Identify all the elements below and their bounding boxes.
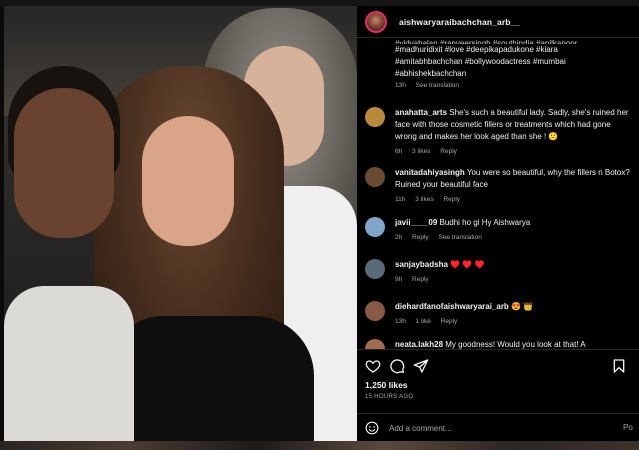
comment-likes[interactable]: 3 likes <box>415 196 433 203</box>
comment-icon[interactable] <box>389 358 405 374</box>
post-header: aishwaryaraibachchan_arb__ <box>357 6 639 38</box>
post-actions-bar <box>357 349 639 379</box>
reply-button[interactable]: Reply <box>412 276 429 283</box>
comment-likes[interactable]: 1 like <box>416 318 431 325</box>
author-avatar[interactable] <box>365 10 387 33</box>
reply-button[interactable]: Reply <box>441 318 458 325</box>
commenter-avatar[interactable] <box>365 339 385 349</box>
comment-input[interactable] <box>389 420 589 436</box>
add-comment-bar: Po <box>357 413 639 441</box>
caption: #vidyabalan #ranveersingh #southindia #a… <box>395 39 633 92</box>
post-photo[interactable] <box>4 6 357 441</box>
commenter-avatar[interactable] <box>365 107 385 127</box>
comment-text: 😍 👑 <box>511 302 534 311</box>
reply-button[interactable]: Reply <box>412 234 429 241</box>
caption-line: #madhuridixit #love #deepikapadukone #ki… <box>395 45 558 54</box>
see-translation-link[interactable]: See translation <box>416 82 459 89</box>
commenter-username[interactable]: neata.lakh28 <box>395 340 443 349</box>
commenter-avatar[interactable] <box>365 217 385 237</box>
commenter-username[interactable]: diehardfanofaishwaryarai_arb <box>395 302 509 311</box>
comment-time: 9h <box>395 276 403 283</box>
caption-line: #abhishekbachchan <box>395 69 467 78</box>
caption-line: #amitabhbachchan #bollywoodactress #mumb… <box>395 57 566 66</box>
comment-time: 2h <box>395 234 403 241</box>
comment-text: Budhi ho gi Hy Aishwarya <box>439 218 531 227</box>
commenter-username[interactable]: anahatta_arts <box>395 108 447 117</box>
commenter-avatar[interactable] <box>365 259 385 279</box>
emoji-icon[interactable] <box>365 421 379 435</box>
post-comment-button[interactable]: Po <box>623 423 633 432</box>
post-timestamp: 15 HOURS AGO <box>365 394 414 400</box>
author-username[interactable]: aishwaryaraibachchan_arb__ <box>399 17 520 27</box>
background-feed-strip <box>0 441 639 450</box>
share-icon[interactable] <box>413 358 429 374</box>
commenter-username[interactable]: sanjaybadsha <box>395 260 448 269</box>
post-detail-panel: aishwaryaraibachchan_arb__ #vidyabalan #… <box>357 6 639 441</box>
commenter-username[interactable]: vanitadahiyasingh <box>395 168 465 177</box>
commenter-avatar[interactable] <box>365 167 385 187</box>
bookmark-icon[interactable] <box>611 358 627 374</box>
see-translation-link[interactable]: See translation <box>438 234 481 241</box>
reply-button[interactable]: Reply <box>440 148 457 155</box>
comment-likes[interactable]: 3 likes <box>412 148 430 155</box>
comment-text: ♥️ ♥️ ♥️ <box>450 260 485 269</box>
photo-person-left <box>4 66 134 441</box>
caption-meta: 13h See translation <box>395 80 633 92</box>
reply-button[interactable]: Reply <box>443 196 460 203</box>
comment-time: 13h <box>395 318 406 325</box>
comments-list[interactable]: #vidyabalan #ranveersingh #southindia #a… <box>357 39 639 349</box>
commenter-avatar[interactable] <box>365 301 385 321</box>
comment-time: 11h <box>395 196 406 203</box>
caption-time: 13h <box>395 82 406 89</box>
comment-text: My goodness! Would you look at that! A <box>445 340 586 349</box>
commenter-username[interactable]: javii____09 <box>395 218 437 227</box>
comment-time: 6h <box>395 148 403 155</box>
likes-count[interactable]: 1,250 likes <box>365 380 408 390</box>
heart-icon[interactable] <box>365 358 381 374</box>
